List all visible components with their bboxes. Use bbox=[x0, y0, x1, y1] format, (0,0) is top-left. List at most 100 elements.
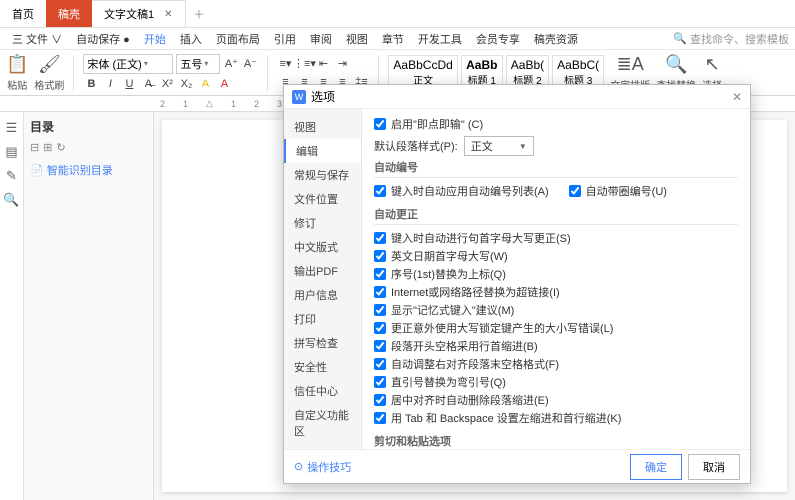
side-filepos[interactable]: 文件位置 bbox=[284, 187, 361, 211]
grow-font-button[interactable]: A⁺ bbox=[223, 56, 239, 72]
side-customribbon[interactable]: 自定义功能区 bbox=[284, 403, 361, 443]
chk-ac-0[interactable] bbox=[374, 232, 386, 244]
cursor-icon: ↖ bbox=[705, 54, 720, 75]
search-icon: 🔍 bbox=[673, 32, 687, 45]
tab-recycle[interactable]: 稿壳 bbox=[46, 0, 92, 27]
title-bar: 首页 稿壳 文字文稿1✕ ＋ bbox=[0, 0, 795, 28]
separator bbox=[267, 55, 268, 91]
new-tab-button[interactable]: ＋ bbox=[186, 6, 213, 22]
chk-ac-7[interactable] bbox=[374, 358, 386, 370]
chk-ac-10[interactable] bbox=[374, 412, 386, 424]
chk-circle-num[interactable] bbox=[569, 185, 581, 197]
superscript-button[interactable]: X² bbox=[159, 76, 175, 92]
side-edit[interactable]: 编辑 bbox=[284, 139, 361, 163]
tab-home[interactable]: 首页 bbox=[0, 0, 46, 27]
outline-icon[interactable]: ▤ bbox=[5, 144, 17, 160]
side-general[interactable]: 常规与保存 bbox=[284, 163, 361, 187]
bold-button[interactable]: B bbox=[83, 76, 99, 92]
chk-ac-1[interactable] bbox=[374, 250, 386, 262]
side-trust[interactable]: 信任中心 bbox=[284, 379, 361, 403]
italic-button[interactable]: I bbox=[102, 76, 118, 92]
tips-link[interactable]: ⊙操作技巧 bbox=[294, 459, 351, 475]
collapse-icon[interactable]: ⊟ bbox=[30, 141, 39, 154]
menu-bar: 三 文件 ∨ 自动保存 ● 开始 插入 页面布局 引用 审阅 视图 章节 开发工… bbox=[0, 28, 795, 50]
search-icon[interactable]: 🔍 bbox=[3, 192, 19, 208]
subscript-button[interactable]: X₂ bbox=[178, 76, 194, 92]
cancel-button[interactable]: 取消 bbox=[688, 454, 740, 480]
brush-button[interactable]: 🖌格式刷 bbox=[34, 54, 64, 92]
menu-dev[interactable]: 开发工具 bbox=[412, 29, 468, 49]
underline-button[interactable]: U bbox=[121, 76, 137, 92]
size-select[interactable]: 五号▾ bbox=[176, 54, 220, 74]
outline-panel: 目录 ⊟ ⊞ ↻ 📄智能识别目录 bbox=[24, 112, 154, 500]
menu-reference[interactable]: 引用 bbox=[268, 29, 302, 49]
note-icon[interactable]: ✎ bbox=[6, 168, 17, 184]
search-box[interactable]: 🔍查找命令、搜索模板 bbox=[673, 31, 789, 47]
close-icon[interactable]: ✕ bbox=[164, 9, 172, 20]
paste-button[interactable]: 📋粘贴 bbox=[6, 54, 28, 92]
side-revision[interactable]: 修订 bbox=[284, 211, 361, 235]
outline-item-smart[interactable]: 📄智能识别目录 bbox=[30, 160, 147, 180]
font-color-button[interactable]: A bbox=[216, 76, 232, 92]
ok-button[interactable]: 确定 bbox=[630, 454, 682, 480]
chk-ac-5[interactable] bbox=[374, 322, 386, 334]
chk-ac-4[interactable] bbox=[374, 304, 386, 316]
chk-ac-2[interactable] bbox=[374, 268, 386, 280]
side-view[interactable]: 视图 bbox=[284, 115, 361, 139]
menu-review[interactable]: 审阅 bbox=[304, 29, 338, 49]
chk-autolist[interactable] bbox=[374, 185, 386, 197]
group-paste: 剪切和粘贴选项 bbox=[374, 433, 738, 449]
group-autonumber: 自动编号 bbox=[374, 159, 738, 178]
options-dialog: W 选项 ✕ 视图 编辑 常规与保存 文件位置 修订 中文版式 输出PDF 用户… bbox=[283, 84, 751, 484]
doc-icon: 📄 bbox=[30, 164, 44, 177]
shrink-font-button[interactable]: A⁻ bbox=[242, 56, 258, 72]
side-print[interactable]: 打印 bbox=[284, 307, 361, 331]
chk-ac-6[interactable] bbox=[374, 340, 386, 352]
paste-icon: 📋 bbox=[6, 54, 28, 75]
bullets-button[interactable]: ≡▾ bbox=[277, 56, 293, 72]
menu-view[interactable]: 视图 bbox=[340, 29, 374, 49]
separator bbox=[73, 55, 74, 91]
dialog-content: 启用"即点即输" (C) 默认段落样式(P):正文▼ 自动编号 键入时自动应用自… bbox=[362, 109, 750, 449]
group-autocorrect: 自动更正 bbox=[374, 206, 738, 225]
indent-right-button[interactable]: ⇥ bbox=[334, 56, 350, 72]
bulb-icon: ⊙ bbox=[294, 460, 303, 473]
menu-layout[interactable]: 页面布局 bbox=[210, 29, 266, 49]
menu-file[interactable]: 三 文件 ∨ bbox=[6, 29, 68, 49]
dialog-title: 选项 bbox=[311, 88, 335, 105]
chk-ac-9[interactable] bbox=[374, 394, 386, 406]
outline-title: 目录 bbox=[30, 118, 147, 135]
highlight-button[interactable]: A bbox=[197, 76, 213, 92]
menu-resource[interactable]: 稿壳资源 bbox=[528, 29, 584, 49]
outline-tools: ⊟ ⊞ ↻ bbox=[30, 141, 147, 154]
expand-icon[interactable]: ⊞ bbox=[43, 141, 52, 154]
side-chinese[interactable]: 中文版式 bbox=[284, 235, 361, 259]
chk-ac-3[interactable] bbox=[374, 286, 386, 298]
font-select[interactable]: 宋体 (正文)▾ bbox=[83, 54, 173, 74]
tab-document[interactable]: 文字文稿1✕ bbox=[92, 0, 186, 27]
menu-insert[interactable]: 插入 bbox=[174, 29, 208, 49]
side-user[interactable]: 用户信息 bbox=[284, 283, 361, 307]
menu-section[interactable]: 章节 bbox=[376, 29, 410, 49]
nav-icon[interactable]: ☰ bbox=[6, 120, 18, 136]
indent-left-button[interactable]: ⇤ bbox=[315, 56, 331, 72]
side-spell[interactable]: 拼写检查 bbox=[284, 331, 361, 355]
strike-button[interactable]: A̶ bbox=[140, 76, 156, 92]
combo-default-style[interactable]: 正文▼ bbox=[464, 136, 534, 156]
brush-icon: 🖌 bbox=[38, 54, 61, 75]
close-icon[interactable]: ✕ bbox=[732, 90, 742, 104]
menu-start[interactable]: 开始 bbox=[138, 29, 172, 49]
side-security[interactable]: 安全性 bbox=[284, 355, 361, 379]
refresh-icon[interactable]: ↻ bbox=[56, 141, 65, 154]
numbering-button[interactable]: ⋮≡▾ bbox=[296, 56, 312, 72]
chk-click-type[interactable] bbox=[374, 118, 386, 130]
left-toolbar: ☰ ▤ ✎ 🔍 bbox=[0, 112, 24, 500]
side-pdf[interactable]: 输出PDF bbox=[284, 259, 361, 283]
menu-vip[interactable]: 会员专享 bbox=[470, 29, 526, 49]
dialog-titlebar: W 选项 ✕ bbox=[284, 85, 750, 109]
chk-ac-8[interactable] bbox=[374, 376, 386, 388]
app-icon: W bbox=[292, 90, 306, 104]
menu-autosave[interactable]: 自动保存 ● bbox=[70, 29, 136, 49]
dialog-sidebar: 视图 编辑 常规与保存 文件位置 修订 中文版式 输出PDF 用户信息 打印 拼… bbox=[284, 109, 362, 449]
text-layout-icon: ≣A bbox=[617, 54, 644, 75]
